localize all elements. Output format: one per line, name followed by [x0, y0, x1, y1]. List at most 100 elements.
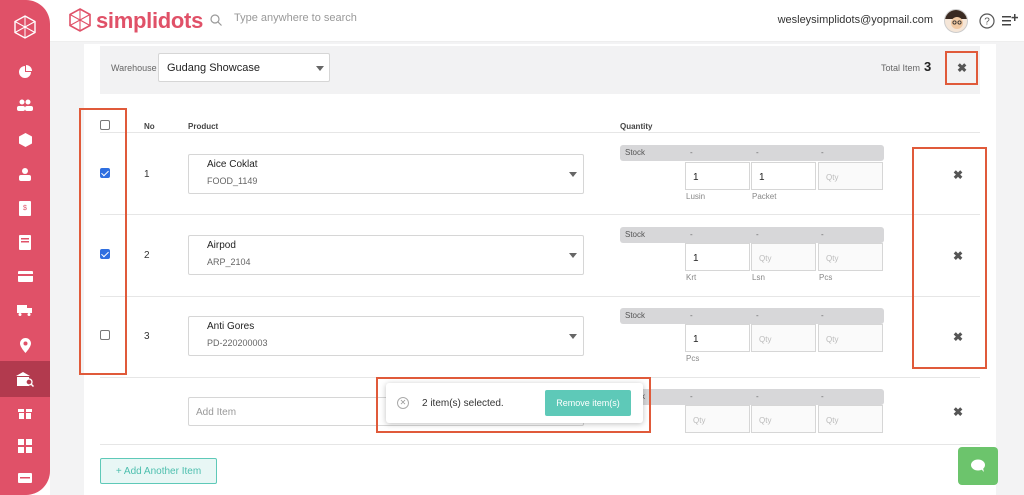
product-code: ARP_2104: [207, 257, 251, 267]
chevron-down-icon: [569, 253, 577, 258]
divider: [100, 444, 980, 445]
product-select[interactable]: Airpod ARP_2104: [188, 235, 584, 275]
unit-label: Krt: [686, 273, 697, 282]
total-item-count: 3: [924, 59, 932, 74]
stock-bar: Stock - - -: [620, 389, 884, 405]
stock-value: -: [690, 148, 693, 157]
product-code: PD-220200003: [207, 338, 268, 348]
help-icon[interactable]: ?: [979, 13, 995, 29]
stock-value: -: [690, 311, 693, 320]
stock-label: Stock: [625, 311, 646, 320]
highlight-close-all: [945, 51, 978, 85]
remove-row-icon[interactable]: ✖: [953, 405, 963, 419]
column-header-no: No: [144, 122, 155, 131]
brand-name[interactable]: simplidots: [96, 8, 203, 34]
card-icon[interactable]: [0, 266, 50, 286]
search-input[interactable]: Type anywhere to search: [234, 12, 357, 24]
qty-input[interactable]: Qty: [818, 162, 883, 190]
stock-value: -: [821, 148, 824, 157]
invoice-icon[interactable]: $: [0, 198, 50, 218]
unit-label: Pcs: [819, 273, 833, 282]
row-number: 2: [144, 250, 150, 261]
product-code: FOOD_1149: [207, 176, 258, 186]
row-number: 3: [144, 331, 150, 342]
qty-input[interactable]: 1: [685, 162, 750, 190]
qty-input[interactable]: Qty: [751, 243, 816, 271]
warehouse-search-icon[interactable]: [0, 369, 50, 389]
warehouse-label: Warehouse: [111, 63, 157, 73]
users-icon[interactable]: [0, 95, 50, 115]
qty-input[interactable]: Qty: [818, 243, 883, 271]
menu-add-icon[interactable]: [1002, 14, 1018, 27]
product-name: Anti Gores: [207, 321, 255, 332]
qty-input[interactable]: 1: [685, 243, 750, 271]
stock-value: -: [821, 311, 824, 320]
stock-value: -: [756, 148, 759, 157]
column-header-quantity: Quantity: [620, 122, 653, 131]
ticket-icon[interactable]: [0, 468, 50, 488]
top-header: simplidots Type anywhere to search wesle…: [50, 0, 1024, 42]
divider: [100, 214, 980, 215]
highlight-checkbox-column: [79, 108, 127, 375]
svg-text:$: $: [23, 205, 27, 212]
stock-bar: Stock - - -: [620, 227, 884, 243]
stock-label: Stock: [625, 148, 646, 157]
unit-label: Lsn: [752, 273, 765, 282]
network-logo-icon[interactable]: [0, 14, 50, 40]
avatar[interactable]: [944, 9, 968, 33]
stock-bar: Stock - - -: [620, 308, 884, 324]
stock-value: -: [821, 230, 824, 239]
unit-label: Packet: [752, 192, 777, 201]
book-icon[interactable]: [0, 232, 50, 252]
stock-value: -: [821, 392, 824, 401]
highlight-remove-column: [912, 147, 987, 369]
qty-input[interactable]: Qty: [685, 405, 750, 433]
warehouse-value: Gudang Showcase: [167, 62, 260, 74]
chevron-down-icon: [569, 334, 577, 339]
stock-value: -: [756, 392, 759, 401]
product-select[interactable]: Anti Gores PD-220200003: [188, 316, 584, 356]
chevron-down-icon: [569, 172, 577, 177]
box-icon[interactable]: [0, 130, 50, 150]
warehouse-bar: Warehouse Gudang Showcase Total Item 3: [100, 46, 980, 94]
stock-label: Stock: [625, 230, 646, 239]
chevron-down-icon: [316, 66, 324, 71]
chat-button[interactable]: [958, 447, 998, 485]
divider: [100, 132, 980, 133]
sidebar: $: [0, 0, 50, 495]
product-name: Airpod: [207, 240, 236, 251]
stock-bar: Stock - - -: [620, 145, 884, 161]
stock-value: -: [756, 311, 759, 320]
qty-input[interactable]: Qty: [751, 405, 816, 433]
product-select[interactable]: Aice Coklat FOOD_1149: [188, 154, 584, 194]
stock-value: -: [756, 230, 759, 239]
stock-value: -: [690, 230, 693, 239]
search-icon: [210, 14, 222, 26]
qty-input[interactable]: 1: [685, 324, 750, 352]
qty-input[interactable]: Qty: [751, 324, 816, 352]
user-email: wesleysimplidots@yopmail.com: [777, 14, 933, 26]
warehouse-select[interactable]: Gudang Showcase: [158, 53, 330, 82]
grid-icon[interactable]: [0, 436, 50, 456]
highlight-toast: [376, 377, 651, 433]
unit-label: Lusin: [686, 192, 706, 201]
chat-bubble-icon: [971, 459, 985, 472]
product-name: Aice Coklat: [207, 159, 258, 170]
row-number: 1: [144, 169, 150, 180]
truck-icon[interactable]: [0, 300, 50, 320]
svg-text:?: ?: [984, 17, 990, 28]
stock-value: -: [690, 392, 693, 401]
qty-input[interactable]: Qty: [818, 324, 883, 352]
divider: [100, 296, 980, 297]
user-icon[interactable]: [0, 164, 50, 184]
gift-icon[interactable]: [0, 402, 50, 422]
unit-label: Pcs: [686, 354, 700, 363]
total-item-label: Total Item: [880, 63, 920, 73]
location-icon[interactable]: [0, 335, 50, 355]
column-header-product: Product: [188, 122, 219, 131]
qty-input[interactable]: 1: [751, 162, 816, 190]
qty-input[interactable]: Qty: [818, 405, 883, 433]
add-another-item-button[interactable]: + Add Another Item: [100, 458, 217, 484]
brand-logo-icon[interactable]: [68, 8, 92, 32]
pie-chart-icon[interactable]: [0, 62, 50, 82]
